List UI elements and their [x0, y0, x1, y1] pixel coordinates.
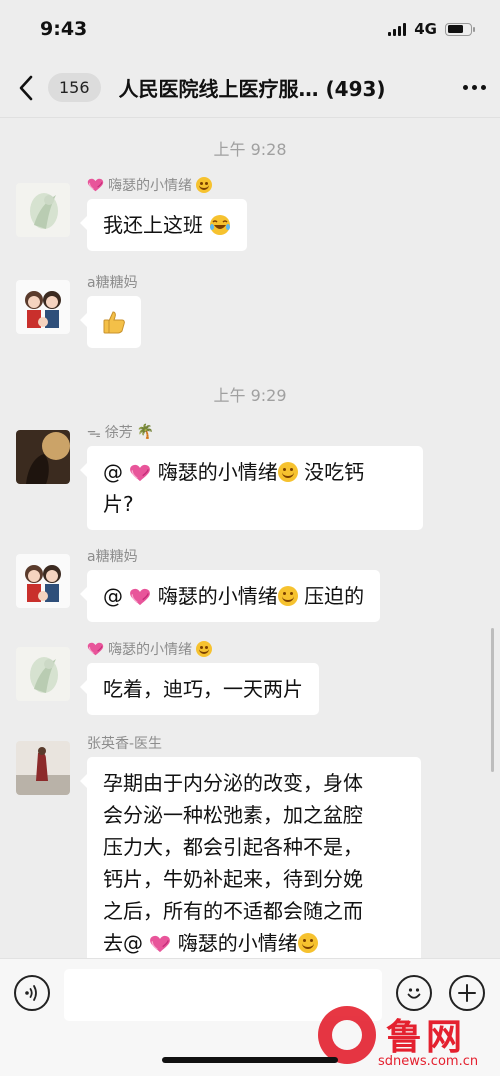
back-icon[interactable] — [18, 73, 44, 103]
message-bubble[interactable]: @ 嗨瑟的小情绪 压迫的 — [79, 570, 381, 622]
mention-name: 嗨瑟的小情绪 — [177, 931, 298, 955]
chat-header: 156 人民医院线上医疗服… (493) — [0, 58, 500, 118]
mention-name: 嗨瑟的小情绪 — [157, 460, 278, 484]
avatar[interactable] — [16, 430, 70, 484]
message-text: 孕期由于内分泌的改变，身体 — [103, 771, 363, 795]
watermark: 鲁网 sdnews.com.cn — [318, 1006, 498, 1076]
message-bubble[interactable] — [80, 296, 141, 348]
message-timestamp: 上午 9:28 — [213, 140, 287, 159]
mention-name: 嗨瑟的小情绪 — [157, 584, 278, 608]
avatar[interactable] — [16, 647, 70, 701]
message-text: 去@ — [103, 931, 143, 955]
laughing-tears-emoji-icon — [209, 213, 231, 235]
avatar[interactable] — [16, 741, 70, 795]
battery-level — [447, 25, 463, 33]
mention-at: @ — [103, 460, 123, 484]
message-text: 钙片，牛奶补起来，待到分娩 — [103, 867, 363, 891]
message-text: 没吃钙 — [304, 460, 365, 484]
message-bubble[interactable]: @ 嗨瑟的小情绪 没吃钙 片? — [80, 446, 423, 530]
mention-at: @ — [103, 584, 123, 608]
group-name: 人民医院线上医疗服… — [118, 77, 319, 101]
sender-name-text: 徐芳 — [104, 425, 133, 441]
chat-title[interactable]: 人民医院线上医疗服… (493) — [119, 73, 452, 102]
sender-name: 张英香-医生 — [87, 736, 163, 752]
heart-emoji-icon — [129, 588, 151, 606]
message-text: 会分泌一种松弛素，加之盆腔 — [103, 803, 363, 827]
heart-emoji-icon — [87, 642, 104, 656]
network-type: 4G — [414, 20, 437, 38]
battery-icon — [445, 22, 475, 36]
message-text: 我还上这班 — [103, 213, 203, 237]
thumbs-up-emoji-icon — [101, 309, 127, 335]
palm-tree-emoji-icon: 🌴 — [136, 424, 155, 440]
message-text: 吃着，迪巧，一天两片 — [103, 677, 303, 701]
smile-emoji-icon — [277, 462, 298, 482]
sdnews-logo-icon — [318, 1006, 376, 1064]
watermark-title: 鲁网 — [386, 1017, 467, 1058]
home-indicator[interactable] — [162, 1057, 338, 1063]
message-bubble[interactable]: 我还上这班 — [79, 199, 248, 251]
sender-name: 嗨瑟的小情绪 — [87, 175, 212, 195]
more-icon[interactable] — [452, 85, 486, 90]
smile-emoji-icon — [297, 933, 318, 953]
heart-emoji-icon — [129, 464, 151, 482]
message-text: 压迫的 — [304, 584, 365, 608]
member-count: (493) — [325, 77, 386, 101]
unread-count-badge[interactable]: 156 — [48, 73, 101, 102]
smile-emoji-icon — [196, 641, 212, 657]
signal-icon — [388, 22, 407, 36]
message-text: 压力大，都会引起各种不是， — [103, 835, 363, 859]
avatar[interactable] — [16, 183, 70, 237]
message-bubble[interactable]: 孕期由于内分泌的改变，身体 会分泌一种松弛素，加之盆腔 压力大，都会引起各种不是… — [80, 757, 421, 969]
sender-name-text: 嗨瑟的小情绪 — [108, 642, 192, 658]
sender-name: a糖糖妈 — [87, 275, 138, 291]
message-text: 片? — [103, 492, 134, 516]
voice-icon[interactable] — [14, 975, 50, 1011]
sender-name: 嗨瑟的小情绪 — [87, 639, 212, 659]
scrollbar[interactable] — [491, 628, 494, 772]
sender-prefix: ᯓ — [87, 424, 101, 441]
message-text: 之后，所有的不适都会随之而 — [103, 899, 363, 923]
message-bubble[interactable]: 吃着，迪巧，一天两片 — [80, 663, 319, 715]
sender-name: ᯓ 徐芳 🌴 — [87, 422, 154, 442]
avatar[interactable] — [16, 280, 70, 334]
smile-emoji-icon — [277, 586, 298, 606]
status-indicators: 4G — [388, 20, 475, 38]
avatar[interactable] — [16, 554, 70, 608]
smile-emoji-icon — [196, 177, 212, 193]
status-time: 9:43 — [40, 18, 88, 40]
message-timestamp: 上午 9:29 — [213, 386, 287, 405]
sender-name-text: 嗨瑟的小情绪 — [108, 178, 192, 194]
sender-name: a糖糖妈 — [87, 549, 138, 565]
heart-emoji-icon — [87, 178, 104, 192]
heart-emoji-icon — [149, 935, 171, 953]
watermark-url: sdnews.com.cn — [378, 1054, 479, 1069]
status-bar: 9:43 4G — [0, 0, 500, 58]
